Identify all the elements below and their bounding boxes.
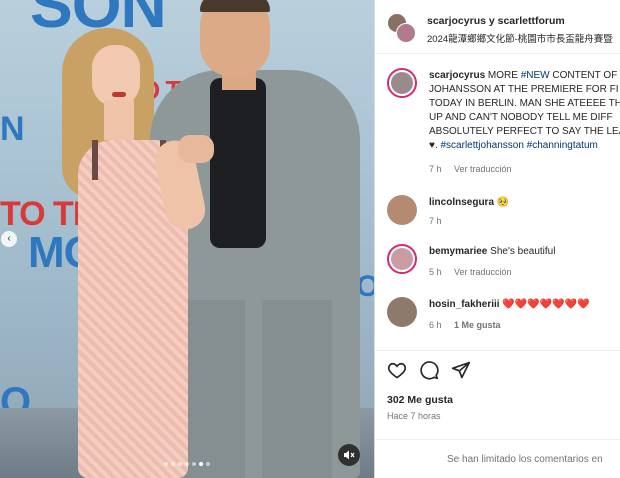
carousel-dot	[206, 462, 210, 466]
man-shirt	[210, 78, 266, 248]
like-count[interactable]: 302 Me gusta	[387, 394, 453, 406]
post-header: scarjocyrus y scarlettforum 2024龍潭鄉鄉文化節-…	[375, 0, 620, 54]
carousel-dot	[171, 462, 175, 466]
comment-meta: 7 h	[429, 216, 452, 226]
translate-link[interactable]: Ver traducción	[454, 267, 512, 277]
post-actions: 302 Me gusta Hace 7 horas Se han limitad…	[375, 350, 620, 478]
collab-avatars[interactable]	[387, 13, 417, 43]
comment-text: bemymariee She's beautiful	[429, 246, 556, 257]
post-location[interactable]: 2024龍潭鄉鄉文化節-桃園市市長盃龍舟賽暨	[427, 31, 613, 45]
caption-text: scarjocyrus MORE #NEW CONTENT OF JOHANSS…	[429, 70, 620, 151]
woman-face	[92, 45, 140, 107]
avatar[interactable]	[387, 297, 417, 327]
chevron-left-icon[interactable]: ‹	[1, 231, 17, 247]
avatar[interactable]	[387, 68, 417, 98]
man-hair	[200, 0, 270, 12]
hashtag-link[interactable]: #NEW	[521, 70, 550, 81]
post-sidebar: scarjocyrus y scarlettforum 2024龍潭鄉鄉文化節-…	[374, 0, 620, 478]
comment-text: hosin_fakheriii ❤️❤️❤️❤️❤️❤️❤️	[429, 299, 590, 310]
hashtag-link[interactable]: #channingtatum	[527, 140, 598, 151]
mute-button[interactable]	[338, 444, 360, 466]
comment-meta: 6 h 1 Me gusta	[429, 320, 511, 330]
mute-icon	[344, 450, 355, 460]
avatar[interactable]	[387, 195, 417, 225]
action-icons	[387, 360, 471, 380]
heart-emoji: ♥.	[429, 140, 438, 151]
timestamp: 7 h	[429, 164, 442, 174]
man-leg	[262, 300, 332, 478]
timestamp: 6 h	[429, 320, 442, 330]
hashtag-link[interactable]: #scarlettjohansson	[441, 140, 524, 151]
post-media[interactable]: SON N O THE TO THE MO O O ‹	[0, 0, 374, 478]
share-icon[interactable]	[451, 360, 471, 380]
carousel-dot	[164, 462, 168, 466]
comment-username[interactable]: bemymariee	[429, 246, 487, 257]
backdrop-lettering: N	[0, 110, 25, 148]
comment-icon[interactable]	[419, 360, 439, 380]
comment-like-count[interactable]: 1 Me gusta	[454, 320, 501, 330]
comment-item: lincolnsegura 🥺 7 h	[387, 195, 620, 231]
heart-icon[interactable]	[387, 360, 407, 380]
carousel-dots	[164, 462, 210, 466]
comment-item: hosin_fakheriii ❤️❤️❤️❤️❤️❤️❤️ 6 h 1 Me …	[387, 297, 620, 333]
caption-meta: 7 h Ver traducción	[429, 164, 522, 174]
carousel-dot	[185, 462, 189, 466]
avatar[interactable]	[396, 23, 416, 43]
post-authors[interactable]: scarjocyrus y scarlettforum	[427, 15, 565, 27]
comment-username[interactable]: hosin_fakheriii	[429, 299, 500, 310]
carousel-dot	[178, 462, 182, 466]
dress-strap	[92, 140, 98, 180]
man-hand	[178, 135, 214, 163]
comments-limited-notice: Se han limitado los comentarios en	[375, 439, 620, 465]
comment-meta: 5 h Ver traducción	[429, 267, 522, 277]
caption-username[interactable]: scarjocyrus	[429, 70, 485, 81]
timestamp: 7 h	[429, 216, 442, 226]
caption: scarjocyrus MORE #NEW CONTENT OF JOHANSS…	[387, 68, 620, 174]
carousel-dot	[192, 462, 196, 466]
post-time: Hace 7 horas	[387, 411, 441, 421]
timestamp: 5 h	[429, 267, 442, 277]
woman-neck	[104, 100, 134, 140]
carousel-dot-active	[199, 462, 203, 466]
comment-username[interactable]: lincolnsegura	[429, 197, 494, 208]
comment-item: bemymariee She's beautiful 5 h Ver tradu…	[387, 244, 620, 280]
comment-text: lincolnsegura 🥺	[429, 197, 510, 208]
translate-link[interactable]: Ver traducción	[454, 164, 512, 174]
avatar[interactable]	[387, 244, 417, 274]
woman-lips	[112, 92, 126, 97]
